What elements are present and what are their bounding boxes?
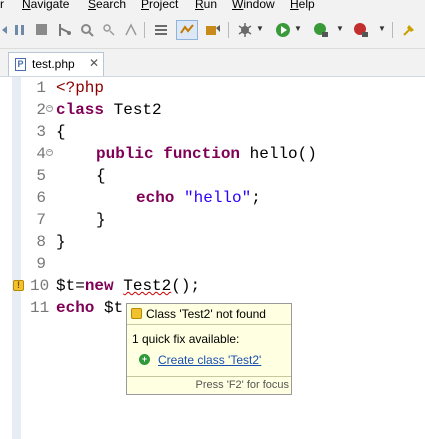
line-number: 7 xyxy=(36,211,46,229)
code-line: 7 } xyxy=(0,209,425,231)
menu-help[interactable]: Help xyxy=(290,0,315,10)
semicolon: ; xyxy=(251,189,261,207)
line-number: 4 xyxy=(36,145,46,163)
debug-dropdown-icon[interactable]: ▼ xyxy=(256,24,264,33)
menu-window[interactable]: Window xyxy=(232,0,275,10)
method-signature: hello() xyxy=(240,145,317,163)
search-icon[interactable] xyxy=(78,21,96,39)
menu-project[interactable]: Project xyxy=(141,0,178,10)
variable-assign: $t= xyxy=(56,277,85,295)
php-tool-icon[interactable] xyxy=(204,21,222,39)
debug-icon[interactable] xyxy=(236,21,254,39)
close-icon[interactable]: ✕ xyxy=(89,56,99,70)
outline-icon[interactable] xyxy=(152,21,170,39)
keyword-function: function xyxy=(163,145,241,163)
unresolved-class[interactable]: Test2 xyxy=(123,277,171,295)
main-toolbar: ▼ ▼ ▼ ▼ xyxy=(0,14,425,49)
menu-run-partial[interactable]: r xyxy=(0,0,4,10)
string-literal: "hello" xyxy=(184,189,252,207)
code-text: { xyxy=(56,123,66,141)
code-line: 6 echo "hello"; xyxy=(0,187,425,209)
keyword-new: new xyxy=(84,277,114,295)
line-number: 8 xyxy=(36,233,46,251)
warning-icon xyxy=(131,308,142,319)
keyword-public: public xyxy=(96,145,154,163)
run-dropdown-icon[interactable]: ▼ xyxy=(294,24,302,33)
line-number: 2 xyxy=(36,101,46,119)
search-options-icon[interactable] xyxy=(100,21,118,39)
menu-run[interactable]: Run xyxy=(195,0,217,10)
line-number: 10 xyxy=(30,277,50,295)
external-tools-dropdown-icon[interactable]: ▼ xyxy=(336,24,344,33)
call-parens: (); xyxy=(171,277,201,295)
editor-tab-strip: P test.php ✕ xyxy=(0,49,425,77)
code-line: 5 { xyxy=(0,165,425,187)
code-text: <?php xyxy=(56,79,105,97)
code-text: echo $t xyxy=(56,297,123,319)
keyword-echo: echo xyxy=(136,189,175,207)
refactor-icon[interactable] xyxy=(122,21,140,39)
line-number: 11 xyxy=(30,299,50,317)
line-number: 5 xyxy=(36,167,46,185)
create-class-link[interactable]: Create class 'Test2' xyxy=(158,353,261,367)
class-name: Test2 xyxy=(104,101,162,119)
menu-bar: r Navigate Search Project Run Window Hel… xyxy=(0,0,425,14)
keyword-class: class xyxy=(56,101,105,119)
line-number: 1 xyxy=(36,79,46,97)
git-icon[interactable] xyxy=(56,21,74,39)
fold-collapse-icon[interactable]: − xyxy=(46,105,53,112)
code-text: class Test2 xyxy=(56,99,162,121)
code-line: 4 − public function hello() xyxy=(0,143,425,165)
problem-message: Class 'Test2' not found xyxy=(146,307,266,321)
code-line: ! 10 $t=new Test2(); xyxy=(0,275,425,297)
code-line: 8 } xyxy=(0,231,425,253)
run-icon[interactable] xyxy=(274,21,292,39)
code-line: 1 <?php xyxy=(0,77,425,99)
code-line: 3 { xyxy=(0,121,425,143)
line-number: 6 xyxy=(36,189,46,207)
external-tools-icon[interactable] xyxy=(312,21,330,39)
variable-ref: $t xyxy=(94,299,124,317)
code-line: 9 xyxy=(0,253,425,275)
pin-icon[interactable] xyxy=(400,21,418,39)
code-text: { xyxy=(96,167,106,185)
popup-header: Class 'Test2' not found xyxy=(127,304,291,325)
coverage-icon[interactable] xyxy=(352,21,370,39)
line-number: 3 xyxy=(36,123,46,141)
code-text: public function hello() xyxy=(96,143,317,165)
fold-collapse-icon[interactable]: − xyxy=(46,149,53,156)
popup-footer: Press 'F2' for focus xyxy=(127,376,291,394)
code-text: echo "hello"; xyxy=(136,187,261,209)
code-line: 2 − class Test2 xyxy=(0,99,425,121)
mark-occurrences-icon xyxy=(180,24,194,34)
next-annotation-icon[interactable] xyxy=(12,21,30,39)
quick-fix-count: 1 quick fix available: xyxy=(132,332,240,346)
menu-search[interactable]: Search xyxy=(88,0,126,10)
tab-label: test.php xyxy=(32,57,75,71)
menu-navigate[interactable]: Navigate xyxy=(22,0,69,10)
add-class-icon: + xyxy=(139,354,150,365)
stop-icon[interactable] xyxy=(33,21,51,39)
warning-icon[interactable]: ! xyxy=(13,280,24,291)
focus-hint: Press 'F2' for focus xyxy=(195,379,289,391)
quick-fix-popup: Class 'Test2' not found 1 quick fix avai… xyxy=(126,303,292,395)
code-text: } xyxy=(96,211,106,229)
keyword-echo: echo xyxy=(56,299,95,317)
code-text: } xyxy=(56,233,66,251)
coverage-dropdown-icon[interactable]: ▼ xyxy=(378,24,386,33)
code-text: $t=new Test2(); xyxy=(56,275,200,297)
line-number: 9 xyxy=(36,255,46,273)
tab-test-php[interactable]: P test.php ✕ xyxy=(8,52,104,76)
php-file-icon: P xyxy=(15,58,26,71)
